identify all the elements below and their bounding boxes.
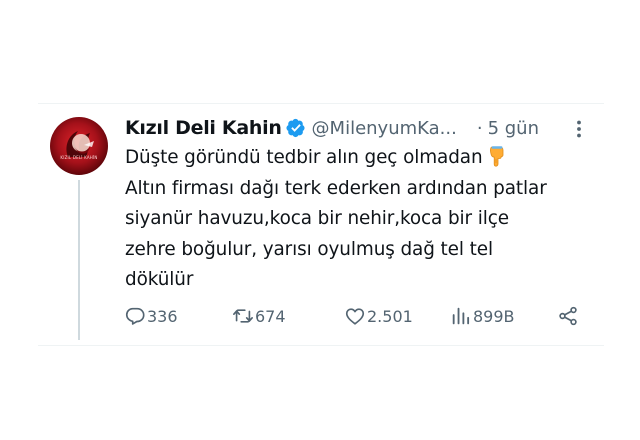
bottom-divider xyxy=(38,345,604,346)
heart-icon xyxy=(345,308,365,325)
avatar-caption: KIZIL DELİ KAHİN xyxy=(60,155,98,160)
tweet-text: Düşte göründü tedbir alın geç olmadan Al… xyxy=(125,143,595,296)
retweet-button[interactable]: 674 xyxy=(232,303,286,329)
more-options-button[interactable] xyxy=(568,118,590,140)
retweet-count: 674 xyxy=(255,306,286,326)
tweet-header: Kızıl Deli Kahin @MilenyumKa... · 5 gün xyxy=(125,116,539,140)
tweet-line: dökülür xyxy=(125,269,194,290)
more-vertical-icon xyxy=(577,120,581,138)
avatar[interactable]: KIZIL DELİ KAHİN xyxy=(50,117,108,175)
share-button[interactable] xyxy=(557,303,579,329)
handle[interactable]: @MilenyumKa... xyxy=(312,118,457,139)
tweet-line: siyanür havuzu,koca bir nehir,koca bir i… xyxy=(125,208,509,229)
display-name[interactable]: Kızıl Deli Kahin xyxy=(125,117,282,139)
retweet-icon xyxy=(233,309,253,323)
reply-count: 336 xyxy=(147,306,178,326)
share-icon xyxy=(559,306,577,326)
avatar-artwork xyxy=(66,131,94,157)
tweet-line-text: Düşte göründü tedbir alın geç olmadan xyxy=(125,147,483,168)
tweet-actions: 336 674 2.501 899B xyxy=(0,303,640,329)
separator-dot: · xyxy=(476,117,483,139)
views-count: 899B xyxy=(473,306,515,326)
timestamp[interactable]: 5 gün xyxy=(488,118,539,139)
tweet-line: Altın firması dağı terk ederken ardından… xyxy=(125,177,547,199)
tweet-line: Düşte göründü tedbir alın geç olmadan xyxy=(125,143,595,174)
views-button[interactable]: 899B xyxy=(450,303,515,329)
tweet-line: zehre boğulur, yarısı oyulmuş dağ tel te… xyxy=(125,238,493,260)
like-count: 2.501 xyxy=(367,306,413,326)
top-divider xyxy=(38,103,604,104)
analytics-bars-icon xyxy=(452,307,470,325)
avatar-column: KIZIL DELİ KAHİN xyxy=(50,117,108,175)
verified-badge-icon xyxy=(286,118,306,138)
reply-icon xyxy=(125,307,145,325)
reply-button[interactable]: 336 xyxy=(124,303,178,329)
like-button[interactable]: 2.501 xyxy=(344,303,413,329)
pointing-down-hand-icon xyxy=(487,145,507,167)
